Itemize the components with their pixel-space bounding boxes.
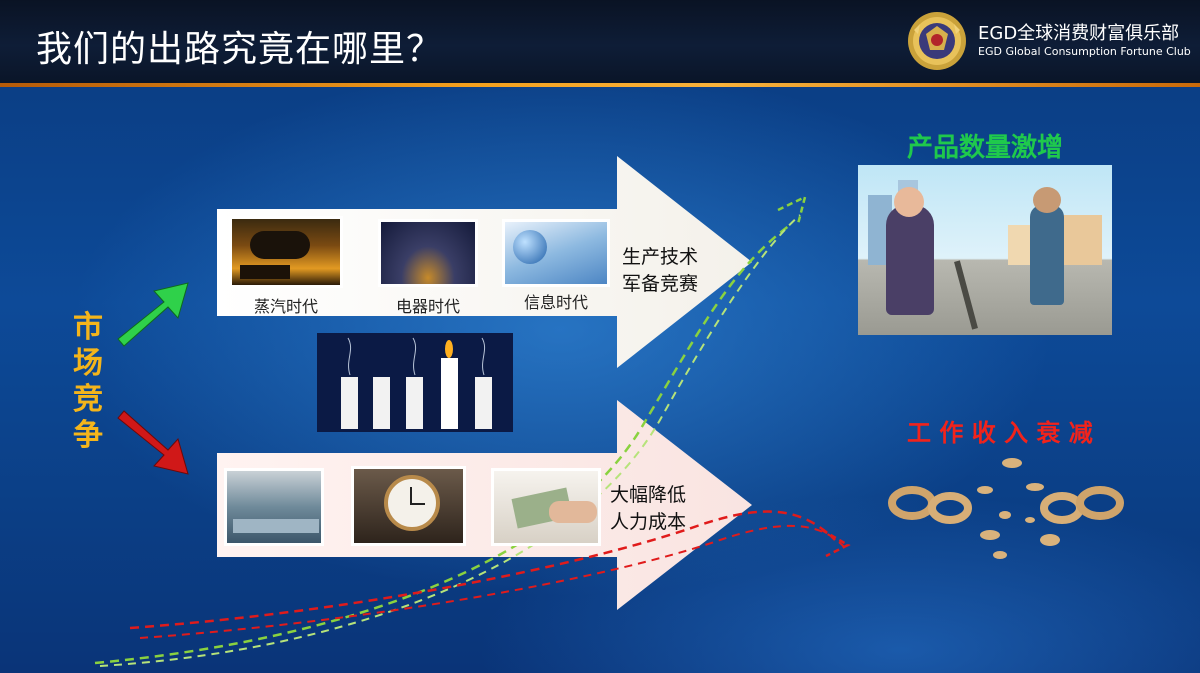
- rich-man-figure: [886, 205, 934, 315]
- caption-steam: 蒸汽时代: [253, 297, 318, 316]
- factory-workers-image: [224, 468, 324, 546]
- diagram-graphics: [94, 156, 1124, 667]
- income-decline-title: 工 作 收 入 衰 减: [907, 419, 1093, 447]
- bottom-arrow-text-1: 大幅降低: [610, 484, 687, 506]
- label-char: 争: [73, 418, 103, 453]
- label-char: 竞: [73, 382, 103, 417]
- clock-icon: [384, 475, 440, 531]
- locomotive-shape: [240, 265, 290, 279]
- red-down-arrow-icon: [117, 410, 189, 475]
- assembly-line-shape: [233, 519, 319, 533]
- clock-image: [351, 466, 466, 546]
- broken-chain-image: [888, 458, 1124, 559]
- city-lights-image: [378, 219, 478, 287]
- label-char: 市: [73, 310, 103, 345]
- caption-electric: 电器时代: [395, 297, 460, 316]
- money-handshake-image: [491, 468, 601, 546]
- candles-image: [317, 333, 513, 432]
- steam-train-image: [229, 216, 343, 288]
- market-competition-label: 市 场 竞 争: [68, 310, 108, 454]
- label-char: 场: [73, 346, 103, 381]
- top-arrow-text-2: 军备竞赛: [622, 273, 699, 295]
- poor-man-figure: [1030, 205, 1064, 305]
- smoke-shape: [250, 231, 310, 259]
- globe-data-image: [502, 219, 610, 287]
- caption-information: 信息时代: [523, 293, 588, 312]
- rich-poor-cartoon-image: [858, 165, 1112, 335]
- product-surge-title: 产品数量激增: [907, 133, 1064, 163]
- hand-shape: [549, 501, 597, 523]
- bottom-arrow-text-2: 人力成本: [610, 511, 687, 533]
- ground-crack: [954, 260, 978, 330]
- globe-icon: [513, 230, 547, 264]
- green-up-arrow-icon: [117, 282, 189, 347]
- top-arrow-text-1: 生产技术: [622, 246, 699, 268]
